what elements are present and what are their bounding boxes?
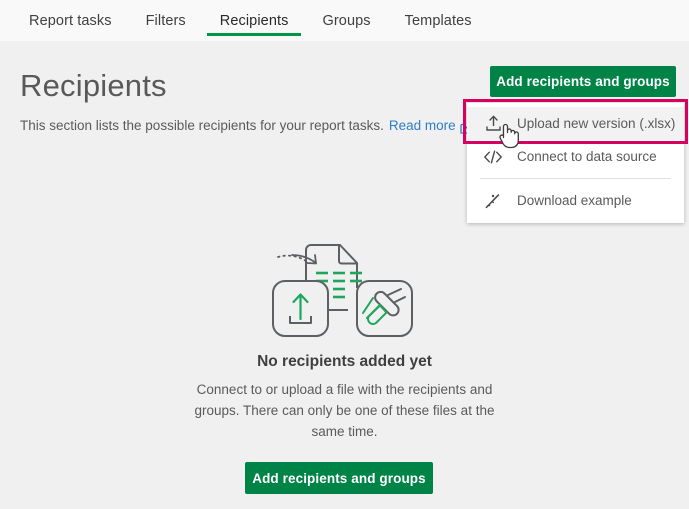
menu-item-upload-new-version[interactable]: Upload new version (.xlsx) [467, 107, 684, 140]
tab-groups[interactable]: Groups [305, 0, 387, 41]
menu-item-connect-to-data-source[interactable]: Connect to data source [467, 140, 684, 173]
upload-icon [482, 114, 504, 134]
menu-item-label: Upload new version (.xlsx) [517, 116, 675, 131]
empty-state-title: No recipients added yet [0, 353, 689, 371]
magic-wand-icon [482, 191, 504, 211]
read-more-label: Read more [389, 118, 456, 133]
page-subtitle: This section lists the possible recipien… [20, 118, 384, 133]
add-recipients-dropdown-menu: Upload new version (.xlsx) Connect to da… [467, 103, 684, 223]
code-brackets-icon [482, 147, 504, 167]
document-upload-connect-illustration [268, 236, 418, 344]
tab-templates[interactable]: Templates [388, 0, 489, 41]
tab-label: Templates [405, 13, 472, 29]
tab-label: Groups [322, 13, 370, 29]
menu-item-label: Download example [517, 193, 632, 208]
page-subtitle-row: This section lists the possible recipien… [20, 118, 473, 133]
tab-label: Recipients [220, 13, 289, 29]
tab-label: Filters [146, 13, 186, 29]
tab-label: Report tasks [29, 13, 112, 29]
app-root: Report tasks Filters Recipients Groups T… [0, 0, 689, 509]
menu-item-download-example[interactable]: Download example [467, 184, 684, 217]
tab-report-tasks[interactable]: Report tasks [12, 0, 129, 41]
add-recipients-and-groups-button-bottom[interactable]: Add recipients and groups [245, 462, 433, 494]
menu-separator [480, 178, 671, 179]
read-more-link[interactable]: Read more [389, 118, 456, 133]
tab-filters[interactable]: Filters [129, 0, 203, 41]
active-tab-underline [207, 33, 302, 36]
empty-state-description: Connect to or upload a file with the rec… [195, 379, 495, 442]
add-recipients-and-groups-button-top[interactable]: Add recipients and groups [490, 66, 676, 97]
tab-recipients[interactable]: Recipients [203, 0, 306, 41]
main-tab-bar: Report tasks Filters Recipients Groups T… [0, 0, 689, 41]
menu-item-label: Connect to data source [517, 149, 657, 164]
page-title: Recipients [20, 68, 167, 104]
